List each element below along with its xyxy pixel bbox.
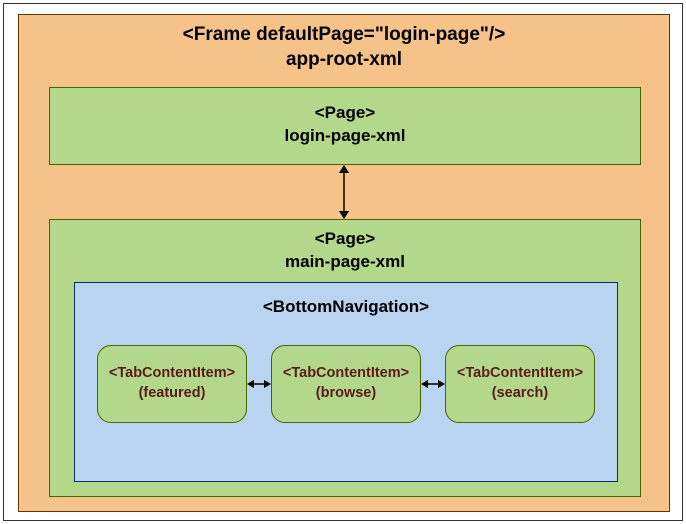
tab-browse: <TabContentItem> (browse) — [271, 345, 421, 423]
main-page-filename: main-page-xml — [285, 252, 405, 271]
login-page-filename: login-page-xml — [285, 126, 406, 145]
tab-search: <TabContentItem> (search) — [445, 345, 595, 423]
bottom-navigation-box: <BottomNavigation> <TabContentItem> (fea… — [74, 282, 618, 482]
login-page-tag: <Page> — [315, 103, 376, 122]
diagram-canvas: <Frame defaultPage="login-page"/> app-ro… — [3, 3, 683, 521]
horizontal-arrow-icon — [247, 378, 271, 390]
tab-item-name: (browse) — [316, 384, 376, 404]
tab-item-tag: <TabContentItem> — [283, 364, 409, 384]
login-page-box: <Page> login-page-xml — [49, 87, 641, 165]
tab-item-name: (featured) — [139, 384, 206, 404]
tab-item-name: (search) — [492, 384, 548, 404]
vertical-arrow-icon — [337, 165, 351, 219]
tab-featured: <TabContentItem> (featured) — [97, 345, 247, 423]
frame-container: <Frame defaultPage="login-page"/> app-ro… — [18, 14, 670, 512]
tab-item-tag: <TabContentItem> — [457, 364, 583, 384]
bottom-navigation-label: <BottomNavigation> — [75, 283, 617, 317]
frame-title-line1: <Frame defaultPage="login-page"/> — [183, 24, 506, 45]
tab-item-tag: <TabContentItem> — [109, 364, 235, 384]
frame-title-line2: app-root-xml — [286, 49, 402, 70]
main-page-tag: <Page> — [315, 229, 376, 248]
main-page-label: <Page> main-page-xml — [50, 220, 640, 274]
frame-title: <Frame defaultPage="login-page"/> app-ro… — [19, 15, 669, 72]
main-page-box: <Page> main-page-xml <BottomNavigation> … — [49, 219, 641, 497]
horizontal-arrow-icon — [421, 378, 445, 390]
login-page-label: <Page> login-page-xml — [50, 102, 640, 148]
tabs-row: <TabContentItem> (featured) <TabContentI… — [75, 345, 617, 423]
